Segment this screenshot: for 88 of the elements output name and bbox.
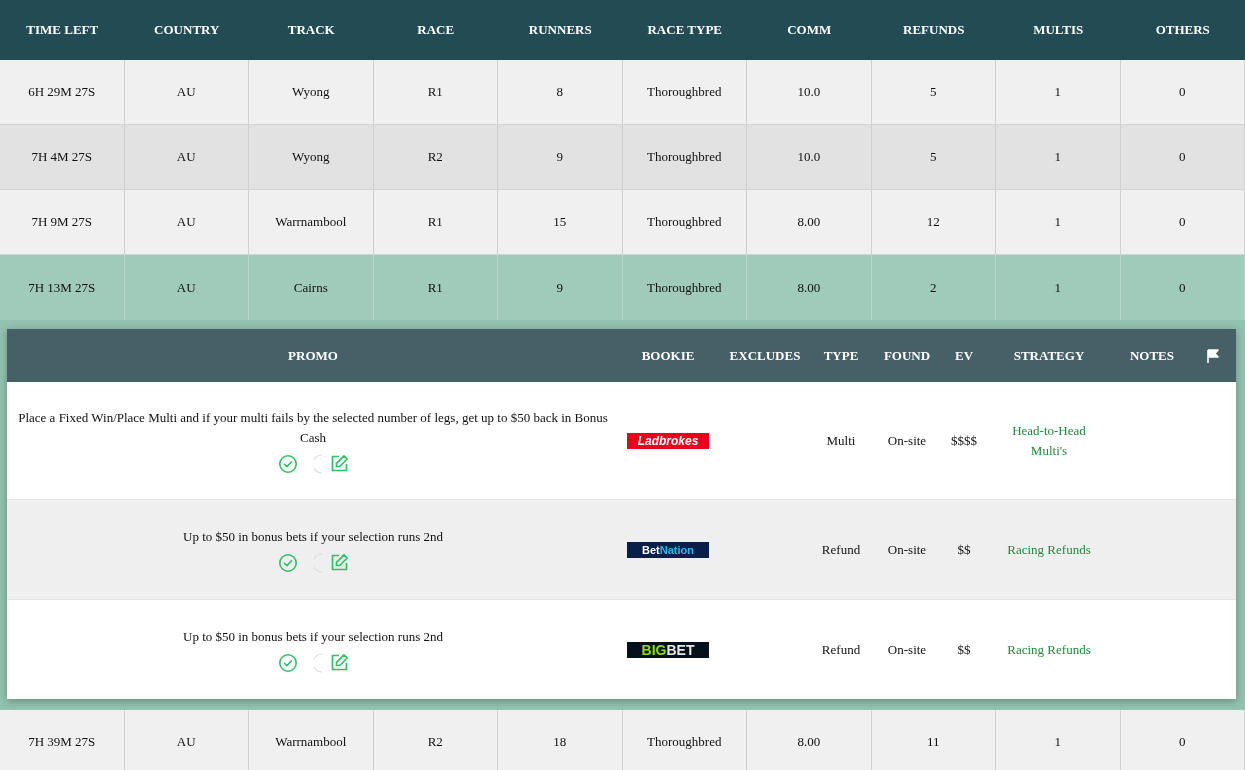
table-cell: Wyong [249,60,374,124]
table-cell: AU [124,710,249,770]
column-header: PROMO [287,346,339,365]
table-cell: 5 [871,60,996,124]
column-header: COMM [786,21,833,39]
strategy-link[interactable]: Head-to-Head Multi's [983,420,1115,461]
table-cell: 10.0 [747,60,872,124]
table-cell: 8 [498,60,623,124]
race-row[interactable]: 6H 29M 27S AU Wyong R1 8 Thoroughbred 10.0 5 1 0 [0,60,1245,125]
table-cell: R1 [373,190,498,254]
table-cell: 1 [996,125,1121,189]
ev-text: $$$$ [951,431,977,450]
table-cell: Thoroughbred [622,125,747,189]
column-header: TRACK [286,21,336,39]
table-cell: 18 [498,710,623,770]
column-header: MULTIS [1032,21,1085,39]
bookie-logo: BetNation [627,541,709,558]
table-cell: AU [124,125,249,189]
table-cell: 0 [1120,710,1245,770]
edit-icon[interactable] [329,454,349,473]
table-cell: Warrnambool [249,190,374,254]
table-cell: 0 [1120,60,1245,124]
table-cell: 1 [996,60,1121,124]
table-cell: 8.00 [747,710,872,770]
promo-text: Up to $50 in bonus bets if your selection runs 2nd [183,527,443,546]
table-cell: R2 [373,125,498,189]
race-row[interactable]: 7H 9M 27S AU Warrnambool R1 15 Thoroughbred 8.00 12 1 0 [0,190,1245,255]
promo-type: Multi [826,431,856,450]
table-cell: 9 [498,125,623,189]
table-cell: R1 [373,60,498,124]
table-cell: 0 [1120,125,1245,189]
column-header: TIME LEFT [25,21,100,39]
promo-type: Refund [821,540,861,559]
race-row[interactable]: 7H 13M 27S AU Cairns R1 9 Thoroughbred 8.00 2 1 0 [0,255,1245,320]
found-text: On-site [887,640,927,659]
check-circle-icon[interactable] [277,453,298,474]
table-cell: 7H 4M 27S [0,125,125,189]
flag-icon[interactable] [1205,348,1220,363]
strategy-link[interactable]: Racing Refunds [987,639,1111,660]
bookie-logo: Ladbrokes [627,432,709,449]
table-cell: 5 [871,125,996,189]
column-header: COUNTRY [153,21,221,39]
table-cell: 7H 9M 27S [0,190,125,254]
column-header: STRATEGY [1012,346,1086,365]
column-header: RUNNERS [527,21,593,39]
strategy-link[interactable]: Racing Refunds [987,539,1111,560]
ev-text: $$ [957,540,971,559]
column-header: OTHERS [1154,21,1211,39]
table-cell: 11 [871,710,996,770]
table-cell: R2 [373,710,498,770]
check-circle-icon[interactable] [277,652,298,673]
column-header: RACE TYPE [646,21,723,39]
found-text: On-site [887,540,927,559]
table-cell: Thoroughbred [622,190,747,254]
column-header: EXCLUDES [728,346,802,365]
table-cell: Thoroughbred [622,60,747,124]
table-cell: 1 [996,190,1121,254]
table-cell: 10.0 [747,125,872,189]
ev-text: $$ [957,640,971,659]
promo-text: Up to $50 in bonus bets if your selection runs 2nd [183,627,443,646]
table-cell: 6H 29M 27S [0,60,125,124]
promo-text: Place a Fixed Win/Place Multi and if your multi fails by the selected number of legs, get up to $50 back in Bonus Cash [17,408,609,447]
table-cell: Thoroughbred [622,710,747,770]
table-cell: AU [124,60,249,124]
edit-icon[interactable] [329,553,349,572]
edit-icon[interactable] [329,653,349,672]
race-row[interactable]: 7H 39M 27S AU Warrnambool R2 18 Thoroughbred 8.00 11 1 0 [0,710,1245,770]
column-header: REFUNDS [902,21,966,39]
found-text: On-site [887,431,927,450]
check-circle-icon[interactable] [277,552,298,573]
table-cell: Wyong [249,125,374,189]
column-header: NOTES [1128,346,1176,365]
column-header: EV [953,346,975,365]
table-cell: 12 [871,190,996,254]
column-header: FOUND [882,346,932,365]
table-cell: 8.00 [747,190,872,254]
column-header: RACE [416,21,456,39]
bookie-logo: BIGBET [627,641,709,658]
promo-type: Refund [821,640,861,659]
table-cell: Warrnambool [249,710,374,770]
race-row[interactable]: 7H 4M 27S AU Wyong R2 9 Thoroughbred 10.0 5 1 0 [0,125,1245,190]
column-header: BOOKIE [640,346,696,365]
table-cell: 0 [1120,190,1245,254]
table-cell: 1 [996,710,1121,770]
table-cell: 15 [498,190,623,254]
column-header: TYPE [822,346,860,365]
table-cell: 7H 39M 27S [0,710,125,770]
table-cell: AU [124,190,249,254]
